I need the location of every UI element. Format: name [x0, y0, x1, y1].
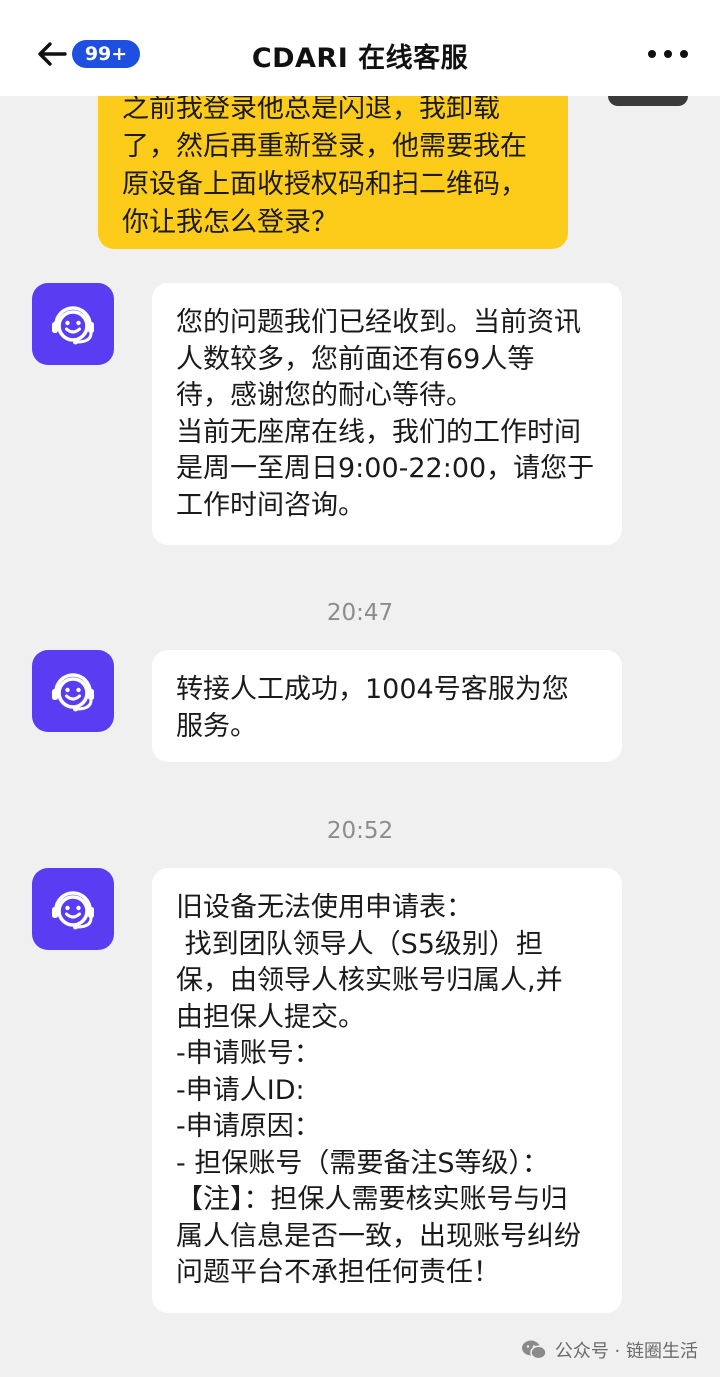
timestamp: 20:47	[326, 600, 394, 626]
agent-message-text: 旧设备无法使用申请表： 找到团队领导人（S5级别）担 保，由领导人核实账号归属人…	[176, 892, 581, 1288]
agent-message-text: 转接人工成功，1004号客服为您 服务。	[176, 674, 569, 742]
agent-message-bubble: 转接人工成功，1004号客服为您 服务。	[152, 650, 622, 762]
user-message-text: 之前我登录他总是闪退，我卸载 了，然后再重新登录，他需要我在 原设备上面收授权码…	[122, 93, 527, 238]
support-agent-icon	[52, 673, 94, 712]
agent-message-text: 您的问题我们已经收到。当前资讯 人数较多，您前面还有69人等 待，感谢您的耐心等…	[176, 307, 595, 521]
support-agent-icon	[52, 891, 94, 930]
agent-message-bubble: 旧设备无法使用申请表： 找到团队领导人（S5级别）担 保，由领导人核实账号归属人…	[152, 868, 622, 1313]
watermark: 公众号 · 链圈生活	[521, 1334, 698, 1366]
agent-avatar[interactable]	[32, 283, 114, 365]
page-title: CDARI 在线客服	[251, 43, 469, 74]
agent-avatar[interactable]	[32, 868, 114, 950]
more-dots-icon	[648, 50, 656, 58]
agent-avatar[interactable]	[32, 650, 114, 732]
agent-message-bubble: 您的问题我们已经收到。当前资讯 人数较多，您前面还有69人等 待，感谢您的耐心等…	[152, 283, 622, 545]
timestamp: 20:52	[326, 818, 394, 844]
more-button[interactable]	[648, 42, 688, 66]
wechat-icon	[521, 1340, 547, 1360]
support-agent-icon	[52, 306, 94, 345]
chat-header: 99+ CDARI 在线客服	[0, 0, 720, 96]
watermark-text: 公众号 · 链圈生活	[554, 1341, 698, 1362]
